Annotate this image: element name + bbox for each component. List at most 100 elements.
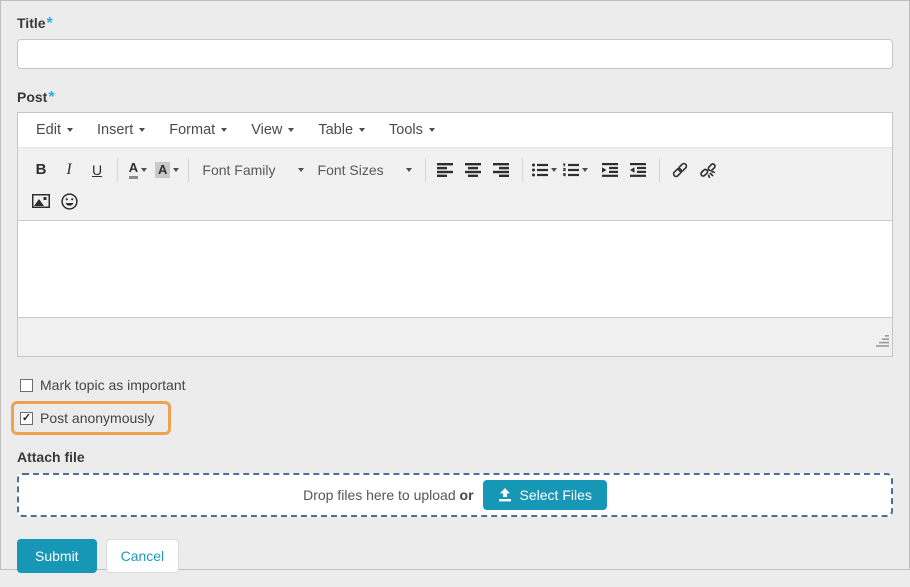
background-color-icon: A bbox=[155, 162, 170, 178]
required-asterisk: * bbox=[48, 89, 54, 106]
emoticons-button[interactable] bbox=[55, 188, 83, 214]
submit-button[interactable]: Submit bbox=[17, 539, 97, 573]
unlink-icon bbox=[699, 162, 717, 178]
editor-toolbar: B I U A A Font Family Font Sizes bbox=[18, 148, 892, 220]
font-sizes-label: Font Sizes bbox=[318, 162, 384, 178]
underline-button[interactable]: U bbox=[83, 157, 111, 183]
indent-icon bbox=[602, 163, 619, 177]
image-icon bbox=[32, 194, 50, 208]
bullet-list-button[interactable] bbox=[529, 157, 560, 183]
attach-file-label: Attach file bbox=[17, 449, 893, 465]
numbered-list-button[interactable] bbox=[560, 157, 591, 183]
drop-files-text: Drop files here to upload bbox=[303, 487, 456, 503]
new-topic-form: Title* Post* Edit Insert Format View Tab… bbox=[1, 1, 909, 587]
menu-tools[interactable]: Tools bbox=[377, 118, 447, 142]
chevron-down-icon bbox=[221, 128, 227, 132]
important-checkbox-row[interactable]: Mark topic as important bbox=[20, 373, 893, 397]
align-right-button[interactable] bbox=[488, 157, 516, 183]
anonymous-checkbox-row[interactable]: ✓ Post anonymously bbox=[20, 406, 154, 430]
remove-link-button[interactable] bbox=[694, 157, 722, 183]
dropzone-text: Drop files here to upload or bbox=[303, 487, 473, 503]
chevron-down-icon bbox=[67, 128, 73, 132]
outdent-button[interactable] bbox=[625, 157, 653, 183]
chevron-down-icon bbox=[288, 128, 294, 132]
align-center-button[interactable] bbox=[460, 157, 488, 183]
text-color-button[interactable]: A bbox=[124, 157, 152, 183]
menu-view[interactable]: View bbox=[239, 118, 306, 142]
indent-button[interactable] bbox=[597, 157, 625, 183]
toolbar-row-2 bbox=[24, 186, 886, 216]
toolbar-separator bbox=[425, 158, 426, 182]
resize-grip-handle[interactable] bbox=[875, 335, 889, 353]
rich-text-editor: Edit Insert Format View Table Tools B I … bbox=[17, 112, 893, 357]
options-section: Mark topic as important ✓ Post anonymous… bbox=[17, 373, 893, 435]
post-label-row: Post* bbox=[17, 89, 893, 107]
numbered-list-icon bbox=[563, 163, 579, 177]
align-center-icon bbox=[465, 163, 482, 177]
editor-statusbar bbox=[18, 318, 892, 356]
toolbar-separator bbox=[117, 158, 118, 182]
smiley-icon bbox=[61, 193, 78, 210]
font-family-label: Font Family bbox=[202, 162, 275, 178]
insert-image-button[interactable] bbox=[27, 188, 55, 214]
chevron-down-icon bbox=[359, 128, 365, 132]
menu-tools-label: Tools bbox=[389, 122, 423, 138]
toolbar-row-1: B I U A A Font Family Font Sizes bbox=[24, 153, 886, 186]
select-files-button[interactable]: Select Files bbox=[483, 480, 607, 510]
font-sizes-select[interactable]: Font Sizes bbox=[311, 157, 419, 183]
chevron-down-icon bbox=[582, 168, 588, 172]
insert-link-button[interactable] bbox=[666, 157, 694, 183]
menu-view-label: View bbox=[251, 122, 282, 138]
anonymous-checkbox[interactable]: ✓ bbox=[20, 412, 33, 425]
background-color-button[interactable]: A bbox=[152, 157, 182, 183]
menu-format[interactable]: Format bbox=[157, 118, 239, 142]
bullet-list-icon bbox=[532, 163, 548, 177]
chevron-down-icon bbox=[429, 128, 435, 132]
toolbar-separator bbox=[659, 158, 660, 182]
title-label: Title bbox=[17, 15, 46, 31]
menu-format-label: Format bbox=[169, 122, 215, 138]
anonymous-checkbox-label[interactable]: Post anonymously bbox=[40, 410, 154, 426]
underline-icon: U bbox=[92, 162, 102, 178]
font-family-select[interactable]: Font Family bbox=[195, 157, 310, 183]
text-color-icon: A bbox=[129, 161, 138, 179]
chevron-down-icon bbox=[141, 168, 147, 172]
chevron-down-icon bbox=[551, 168, 557, 172]
menu-table[interactable]: Table bbox=[306, 118, 377, 142]
chevron-down-icon bbox=[406, 168, 412, 172]
menu-edit[interactable]: Edit bbox=[24, 118, 85, 142]
post-label: Post bbox=[17, 89, 47, 105]
required-asterisk: * bbox=[47, 15, 53, 32]
menu-insert[interactable]: Insert bbox=[85, 118, 157, 142]
upload-icon bbox=[498, 488, 512, 502]
align-left-button[interactable] bbox=[432, 157, 460, 183]
important-checkbox-label[interactable]: Mark topic as important bbox=[40, 377, 186, 393]
bold-icon: B bbox=[36, 161, 47, 178]
title-input[interactable] bbox=[17, 39, 893, 69]
italic-icon: I bbox=[66, 161, 71, 179]
editor-menubar: Edit Insert Format View Table Tools bbox=[18, 113, 892, 148]
toolbar-separator bbox=[522, 158, 523, 182]
title-label-row: Title* bbox=[17, 15, 893, 33]
chevron-down-icon bbox=[139, 128, 145, 132]
toolbar-separator bbox=[188, 158, 189, 182]
or-text: or bbox=[460, 487, 474, 503]
menu-insert-label: Insert bbox=[97, 122, 133, 138]
italic-button[interactable]: I bbox=[55, 157, 83, 183]
align-left-icon bbox=[437, 163, 454, 177]
chevron-down-icon bbox=[173, 168, 179, 172]
link-icon bbox=[671, 162, 689, 178]
bold-button[interactable]: B bbox=[27, 157, 55, 183]
resize-grip-icon bbox=[875, 335, 889, 348]
chevron-down-icon bbox=[298, 168, 304, 172]
menu-table-label: Table bbox=[318, 122, 353, 138]
menu-edit-label: Edit bbox=[36, 122, 61, 138]
align-right-icon bbox=[493, 163, 510, 177]
select-files-label: Select Files bbox=[520, 487, 592, 503]
outdent-icon bbox=[630, 163, 647, 177]
orange-highlight-annotation: ✓ Post anonymously bbox=[11, 401, 171, 435]
cancel-button[interactable]: Cancel bbox=[106, 539, 180, 573]
file-dropzone[interactable]: Drop files here to upload or Select File… bbox=[17, 473, 893, 517]
important-checkbox[interactable] bbox=[20, 379, 33, 392]
editor-content-area[interactable] bbox=[18, 220, 892, 318]
